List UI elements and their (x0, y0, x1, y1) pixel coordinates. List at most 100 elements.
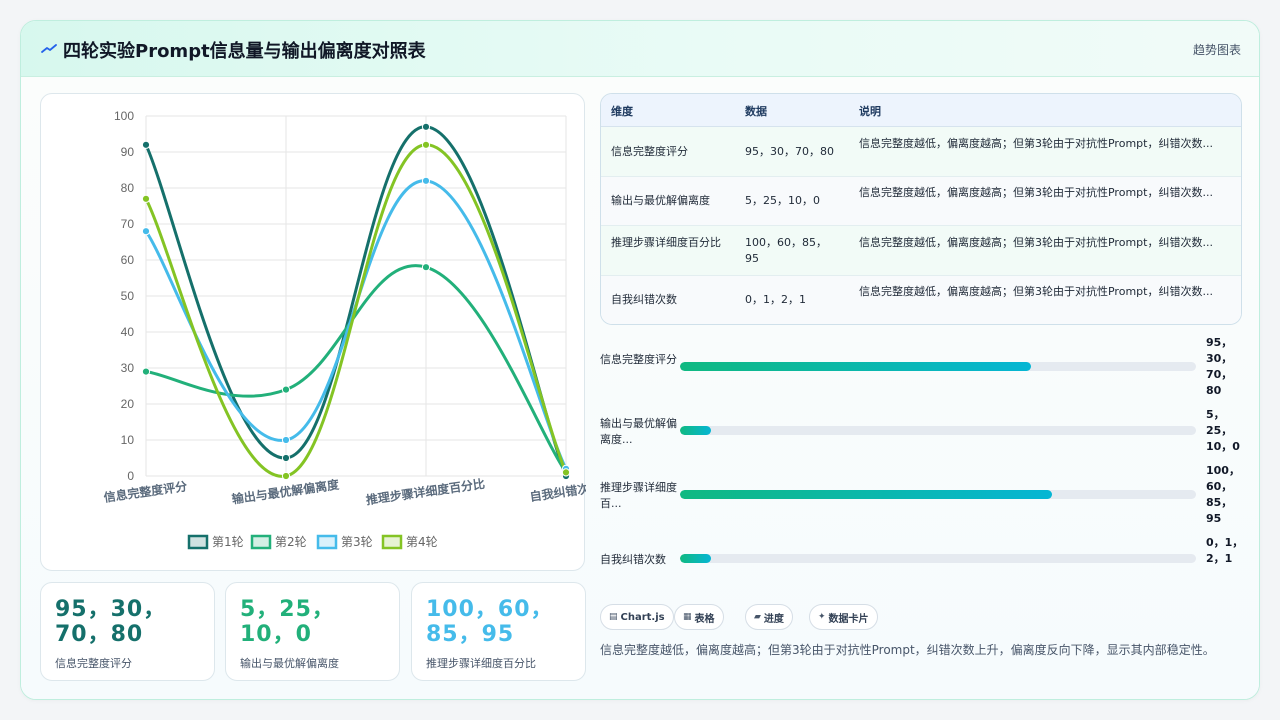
progress-track (680, 362, 1196, 371)
table-row: 自我纠错次数 0，1，2，1 信息完整度越低，偏离度越高；但第3轮由于对抗性Pr… (601, 276, 1241, 324)
y-tick-label: 100 (114, 109, 134, 123)
y-tick-label: 50 (121, 289, 135, 303)
tag-label: 进度 (763, 613, 784, 625)
page-title: 四轮实验Prompt信息量与输出偏离度对照表 (63, 41, 426, 62)
y-tick-label: 90 (121, 145, 135, 159)
data-point (421, 140, 431, 149)
trend-chart-link[interactable]: 趋势图表 (1193, 41, 1241, 58)
progress-track (680, 554, 1196, 563)
table-row: 输出与最优解偏离度 5，25，10，0 信息完整度越低，偏离度越高；但第3轮由于… (601, 177, 1241, 226)
data-point (561, 468, 571, 477)
data-point (281, 471, 291, 481)
table-header: 维度 数据 说明 (601, 94, 1241, 127)
legend-swatch (187, 534, 209, 550)
line-chart-panel: 0 10 20 30 40 50 60 70 80 90 100 信息完整度评分 输出与最优解偏离度 推理… (40, 93, 586, 571)
progress-value: 95，30，70，80 (1206, 336, 1233, 397)
y-tick-label: 0 (127, 469, 134, 483)
header-description: 说明 (859, 105, 881, 118)
tag-label: 数据卡片 (828, 613, 869, 625)
y-tick-label: 70 (121, 217, 135, 231)
x-tick-label: 输出与最优解偏离度 (231, 476, 341, 506)
progress-icon: ▰ (754, 612, 761, 622)
progress-track (680, 426, 1196, 435)
data-point (141, 194, 151, 203)
data-point (281, 435, 291, 445)
x-tick-label: 推理步骤详细度百分比 (365, 476, 486, 508)
stat-card-2: 5，25，10，0 输出与最优解偏离度 (225, 582, 400, 681)
data-point (141, 367, 151, 376)
cell-data: 0，1，2，1 (745, 293, 806, 306)
y-tick-label: 40 (121, 325, 135, 339)
progress-value: 100，60，85，95 (1206, 464, 1240, 525)
tag-label: 表格 (694, 613, 715, 625)
x-tick-label: 自我纠错次数 (529, 479, 586, 504)
header-dimension: 维度 (611, 105, 633, 118)
cell-data: 100，60，85，95 (745, 236, 827, 265)
table-row: 推理步骤详细度百分比 100，60，85，95 信息完整度越低，偏离度越高；但第… (601, 226, 1241, 276)
cell-data: 95，30，70，80 (745, 145, 834, 158)
trend-icon (41, 44, 57, 53)
tag-progress[interactable]: ▰ 进度 (745, 604, 793, 630)
cell-dimension: 推理步骤详细度百分比 (611, 236, 721, 249)
legend-label: 第4轮 (406, 535, 438, 549)
data-point (421, 122, 431, 131)
progress-fill (680, 426, 711, 435)
y-tick-label: 30 (121, 361, 135, 375)
y-tick-label: 80 (121, 181, 135, 195)
progress-fill (680, 362, 1031, 371)
legend-label: 第2轮 (275, 535, 307, 549)
tag-data-card[interactable]: ✦ 数据卡片 (809, 604, 878, 630)
data-table: 维度 数据 说明 信息完整度评分 95，30，70，80 信息完整度越低，偏离度… (600, 93, 1242, 325)
cell-dimension: 信息完整度评分 (611, 145, 688, 158)
progress-label: 输出与最优解偏离度... (600, 417, 677, 446)
tag-chartjs[interactable]: ▤ Chart.js (600, 604, 674, 630)
data-point (141, 140, 151, 149)
line-chart: 0 10 20 30 40 50 60 70 80 90 100 信息完整度评分 输出与最优解偏离度 推理… (103, 109, 586, 550)
stat-card-3: 100，60，85，95 推理步骤详细度百分比 (411, 582, 586, 681)
header-data: 数据 (745, 105, 767, 118)
stat-label: 输出与最优解偏离度 (240, 657, 339, 670)
progress-track (680, 490, 1196, 499)
data-point (421, 176, 431, 185)
legend-label: 第3轮 (341, 535, 373, 549)
cell-description: 信息完整度越低，偏离度越高；但第3轮由于对抗性Prompt，纠错次数... (859, 285, 1213, 298)
table-row: 信息完整度评分 95，30，70，80 信息完整度越低，偏离度越高；但第3轮由于… (601, 127, 1241, 177)
cell-description: 信息完整度越低，偏离度越高；但第3轮由于对抗性Prompt，纠错次数... (859, 137, 1213, 150)
data-point (141, 227, 151, 236)
cell-dimension: 自我纠错次数 (611, 293, 677, 306)
progress-label: 自我纠错次数 (600, 553, 666, 566)
tag-label: Chart.js (620, 611, 665, 623)
stat-value: 95，30，70，80 (55, 597, 167, 647)
y-tick-label: 10 (121, 433, 135, 447)
legend-swatch (381, 534, 403, 550)
report-card: 四轮实验Prompt信息量与输出偏离度对照表 趋势图表 0 10 20 30 40 50 6… (20, 20, 1260, 700)
cell-description: 信息完整度越低，偏离度越高；但第3轮由于对抗性Prompt，纠错次数... (859, 236, 1213, 249)
y-tick-label: 20 (121, 397, 135, 411)
chart-icon: ▤ (609, 612, 618, 622)
cell-data: 5，25，10，0 (745, 194, 820, 207)
table-icon: ▦ (683, 612, 692, 622)
series-line (144, 143, 568, 478)
sparkle-icon: ✦ (818, 612, 826, 622)
cell-dimension: 输出与最优解偏离度 (611, 194, 710, 207)
data-point (421, 263, 431, 272)
y-tick-label: 60 (121, 253, 135, 267)
header: 四轮实验Prompt信息量与输出偏离度对照表 趋势图表 (21, 21, 1259, 77)
x-tick-label: 信息完整度评分 (103, 478, 188, 505)
progress-value: 0，1，2，1 (1206, 536, 1244, 565)
stat-card-1: 95，30，70，80 信息完整度评分 (40, 582, 215, 681)
summary-note: 信息完整度越低，偏离度越高；但第3轮由于对抗性Prompt，纠错次数上升，偏离度… (600, 643, 1215, 657)
progress-label: 推理步骤详细度百... (600, 481, 677, 510)
stat-label: 推理步骤详细度百分比 (426, 657, 536, 670)
progress-value: 5，25，10，0 (1206, 408, 1240, 453)
data-point (281, 385, 291, 394)
data-point (281, 453, 291, 463)
progress-label: 信息完整度评分 (600, 353, 677, 366)
tag-table[interactable]: ▦ 表格 (674, 604, 724, 630)
progress-fill (680, 490, 1052, 499)
legend-swatch (316, 534, 338, 550)
progress-fill (680, 554, 711, 563)
legend-swatch (250, 534, 272, 550)
legend-label: 第1轮 (212, 535, 244, 549)
stat-value: 5，25，10，0 (240, 597, 335, 647)
